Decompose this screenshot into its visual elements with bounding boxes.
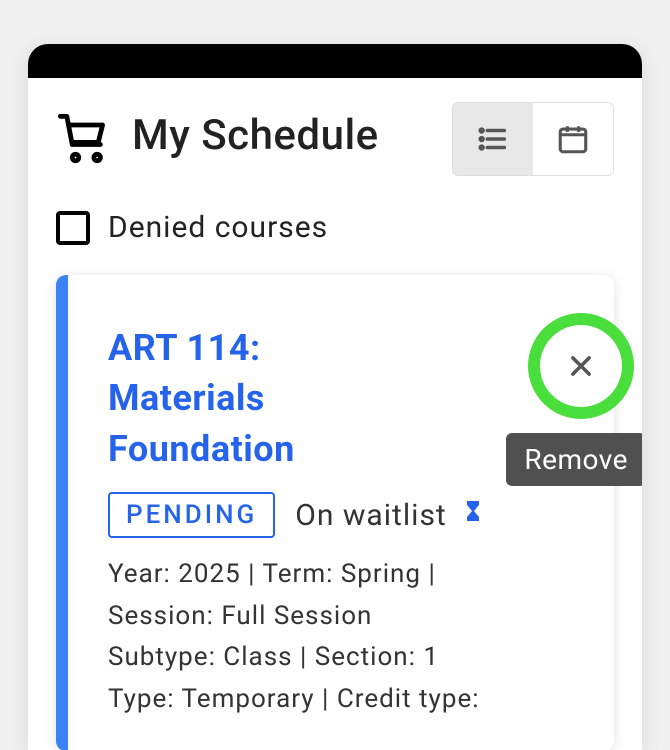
details-line: Session: Full Session — [108, 596, 582, 638]
app-window: My Schedule — [28, 44, 642, 750]
list-view-button[interactable] — [453, 103, 533, 175]
calendar-icon — [556, 122, 590, 156]
denied-courses-label: Denied courses — [108, 210, 328, 245]
details-line: Subtype: Class | Section: 1 — [108, 637, 582, 679]
status-row: PENDING On waitlist — [108, 492, 582, 538]
course-details: Year: 2025 | Term: Spring | Session: Ful… — [108, 554, 582, 720]
calendar-view-button[interactable] — [533, 103, 613, 175]
details-line: Year: 2025 | Term: Spring | — [108, 554, 582, 596]
denied-courses-checkbox[interactable] — [56, 211, 90, 245]
course-card: ART 114: Materials Foundation Remove PEN… — [56, 275, 614, 750]
course-title-link[interactable]: ART 114: Materials Foundation — [108, 323, 388, 474]
close-icon — [567, 352, 595, 380]
list-icon — [476, 122, 510, 156]
view-toggle — [452, 102, 614, 176]
hourglass-icon — [461, 497, 485, 533]
denied-courses-row: Denied courses — [28, 186, 642, 275]
details-line: Type: Temporary | Credit type: — [108, 679, 582, 721]
remove-course-button[interactable] — [528, 313, 634, 419]
remove-tooltip: Remove — [506, 433, 642, 486]
waitlist-label: On waitlist — [295, 497, 485, 533]
window-titlebar — [28, 44, 642, 78]
waitlist-text: On waitlist — [295, 498, 447, 533]
page-header: My Schedule — [28, 78, 642, 186]
page-title: My Schedule — [132, 109, 428, 164]
status-badge: PENDING — [108, 492, 275, 538]
cart-icon — [56, 112, 108, 168]
